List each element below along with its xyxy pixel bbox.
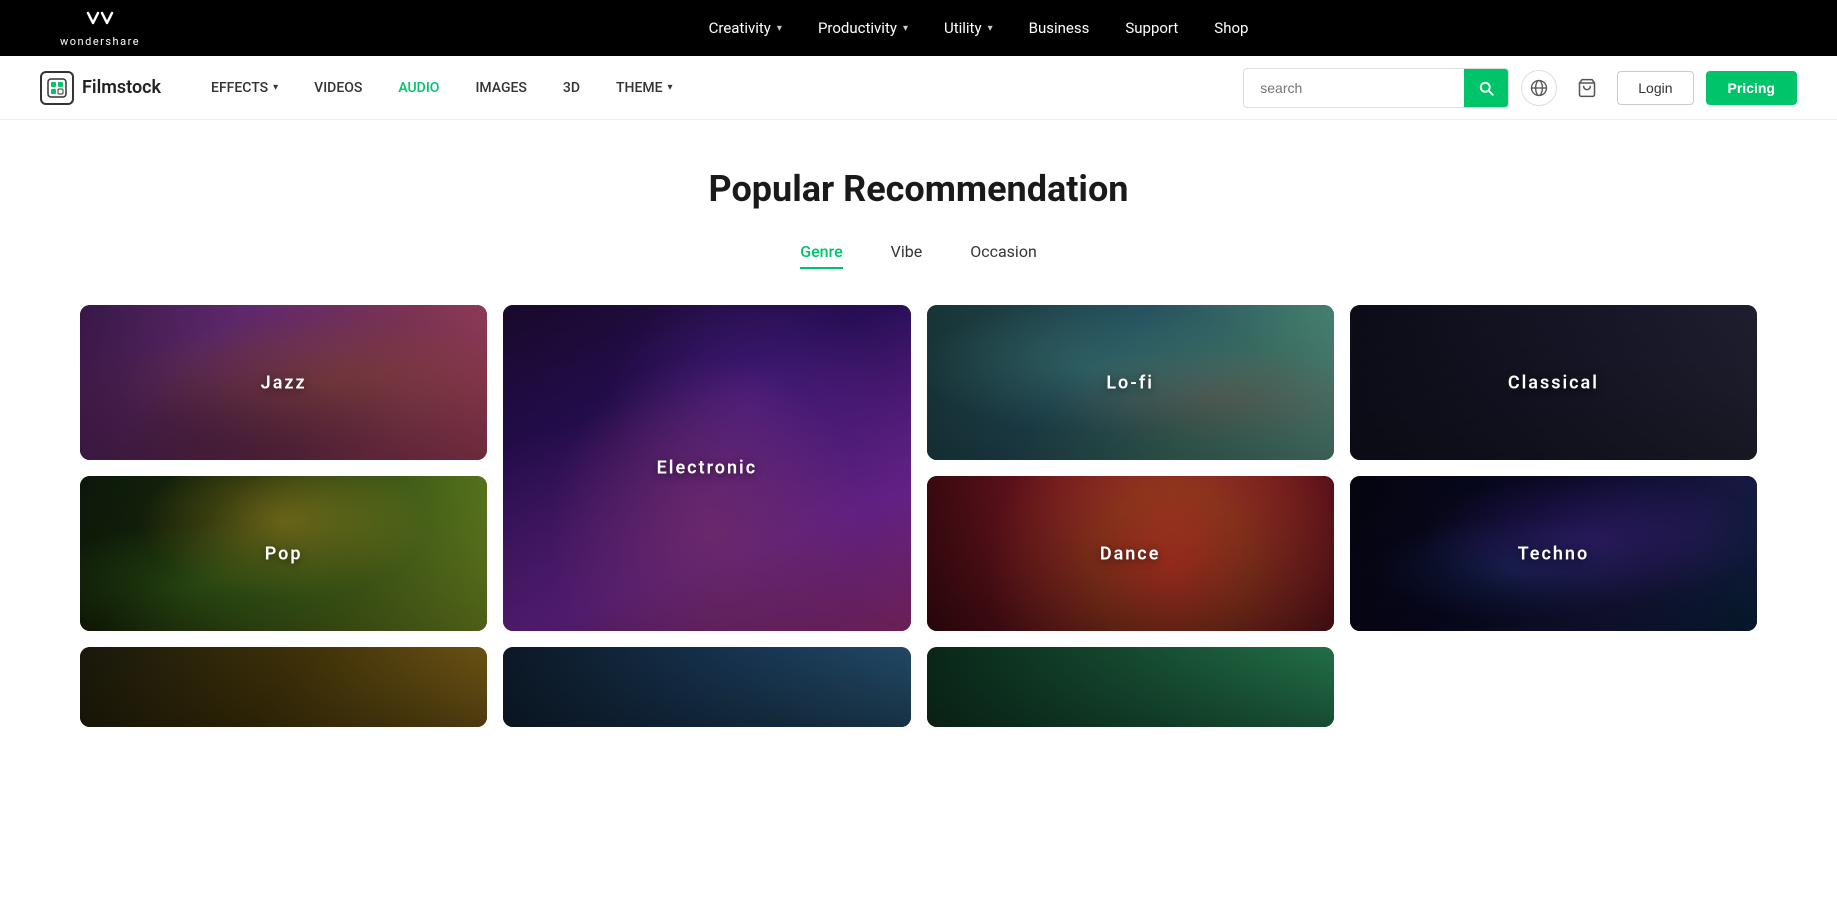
filmstock-icon	[40, 71, 74, 105]
genre-card-electronic[interactable]: Electronic	[503, 305, 910, 631]
tab-vibe[interactable]: Vibe	[891, 242, 923, 269]
login-button[interactable]: Login	[1617, 71, 1693, 105]
genre-card-jazz[interactable]: Jazz	[80, 305, 487, 460]
pricing-button[interactable]: Pricing	[1706, 71, 1797, 105]
top-nav-items: Creativity ▾ Productivity ▾ Utility ▾ Bu…	[180, 19, 1777, 37]
genre-card-bottom1[interactable]	[80, 647, 487, 727]
nav-support[interactable]: Support	[1125, 19, 1178, 37]
genre-card-techno[interactable]: Techno	[1350, 476, 1757, 631]
second-nav-items: EFFECTS ▾ VIDEOS AUDIO IMAGES 3D THEME ▾	[193, 56, 1243, 120]
nav-business[interactable]: Business	[1029, 19, 1090, 37]
search-icon	[1477, 79, 1495, 97]
genre-card-bottom2[interactable]	[503, 647, 910, 727]
nav-creativity[interactable]: Creativity ▾	[709, 19, 782, 37]
globe-icon	[1530, 79, 1548, 97]
cart-icon	[1577, 78, 1597, 98]
genre-card-lofi[interactable]: Lo-fi	[927, 305, 1334, 460]
search-input[interactable]	[1244, 80, 1464, 96]
second-nav-right: Login Pricing	[1243, 68, 1797, 108]
nav-videos[interactable]: VIDEOS	[296, 56, 380, 120]
search-button[interactable]	[1464, 68, 1508, 108]
top-navigation: wondershare Creativity ▾ Productivity ▾ …	[0, 0, 1837, 56]
globe-button[interactable]	[1521, 70, 1557, 106]
search-box	[1243, 68, 1509, 108]
nav-images[interactable]: IMAGES	[457, 56, 544, 120]
nav-audio[interactable]: AUDIO	[380, 56, 457, 120]
genre-grid: Jazz Electronic Lo-fi Classical	[80, 305, 1757, 727]
logo-text: wondershare	[60, 35, 140, 48]
nav-utility[interactable]: Utility ▾	[944, 19, 993, 37]
chevron-down-icon: ▾	[903, 23, 908, 34]
wondershare-logo[interactable]: wondershare	[60, 9, 140, 48]
genre-card-pop[interactable]: Pop	[80, 476, 487, 631]
second-navigation: Filmstock EFFECTS ▾ VIDEOS AUDIO IMAGES …	[0, 56, 1837, 120]
nav-theme[interactable]: THEME ▾	[598, 56, 691, 120]
genre-card-bottom3[interactable]	[927, 647, 1334, 727]
tab-genre[interactable]: Genre	[800, 242, 842, 269]
chevron-down-icon: ▾	[777, 23, 782, 34]
genre-card-dance[interactable]: Dance	[927, 476, 1334, 631]
filmstock-label: Filmstock	[82, 77, 161, 98]
nav-shop[interactable]: Shop	[1214, 19, 1248, 37]
cart-button[interactable]	[1569, 70, 1605, 106]
main-content: Popular Recommendation Genre Vibe Occasi…	[0, 120, 1837, 759]
tabs-row: Genre Vibe Occasion	[80, 242, 1757, 269]
page-title: Popular Recommendation	[80, 168, 1757, 210]
tab-occasion[interactable]: Occasion	[970, 242, 1037, 269]
chevron-down-icon: ▾	[988, 23, 993, 34]
nav-3d[interactable]: 3D	[545, 56, 598, 120]
nav-productivity[interactable]: Productivity ▾	[818, 19, 908, 37]
genre-card-classical[interactable]: Classical	[1350, 305, 1757, 460]
filmstock-brand[interactable]: Filmstock	[40, 71, 161, 105]
nav-effects[interactable]: EFFECTS ▾	[193, 56, 296, 120]
chevron-down-icon: ▾	[668, 82, 673, 93]
chevron-down-icon: ▾	[273, 82, 278, 93]
